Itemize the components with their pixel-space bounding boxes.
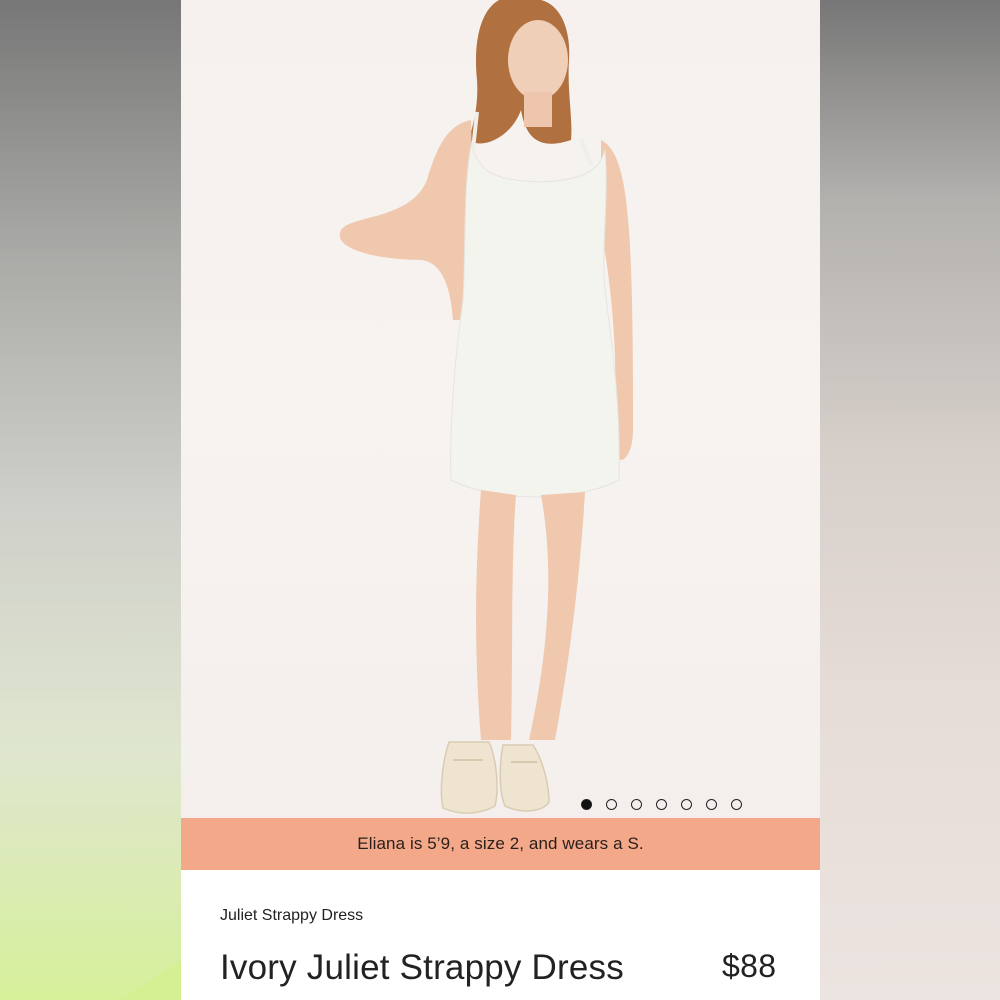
product-card: Eliana is 5’9, a size 2, and wears a S. … bbox=[181, 0, 820, 1000]
carousel-dot-5[interactable] bbox=[681, 799, 692, 810]
model-size-banner: Eliana is 5’9, a size 2, and wears a S. bbox=[181, 818, 820, 870]
product-price: $88 bbox=[722, 948, 777, 984]
carousel-pagination bbox=[581, 799, 742, 810]
carousel-dot-1[interactable] bbox=[581, 799, 592, 810]
blurred-backdrop-left bbox=[0, 0, 241, 1000]
product-photo bbox=[339, 0, 633, 814]
carousel-dot-3[interactable] bbox=[631, 799, 642, 810]
carousel-dot-2[interactable] bbox=[606, 799, 617, 810]
carousel-dot-7[interactable] bbox=[731, 799, 742, 810]
product-image-carousel[interactable] bbox=[181, 0, 820, 818]
carousel-dot-4[interactable] bbox=[656, 799, 667, 810]
screenshot-frame: Eliana is 5’9, a size 2, and wears a S. … bbox=[0, 0, 1000, 1000]
collection-name[interactable]: Juliet Strappy Dress bbox=[220, 907, 363, 925]
blurred-backdrop-right bbox=[820, 0, 1000, 1000]
product-title: Ivory Juliet Strappy Dress bbox=[220, 948, 624, 987]
carousel-dot-6[interactable] bbox=[706, 799, 717, 810]
